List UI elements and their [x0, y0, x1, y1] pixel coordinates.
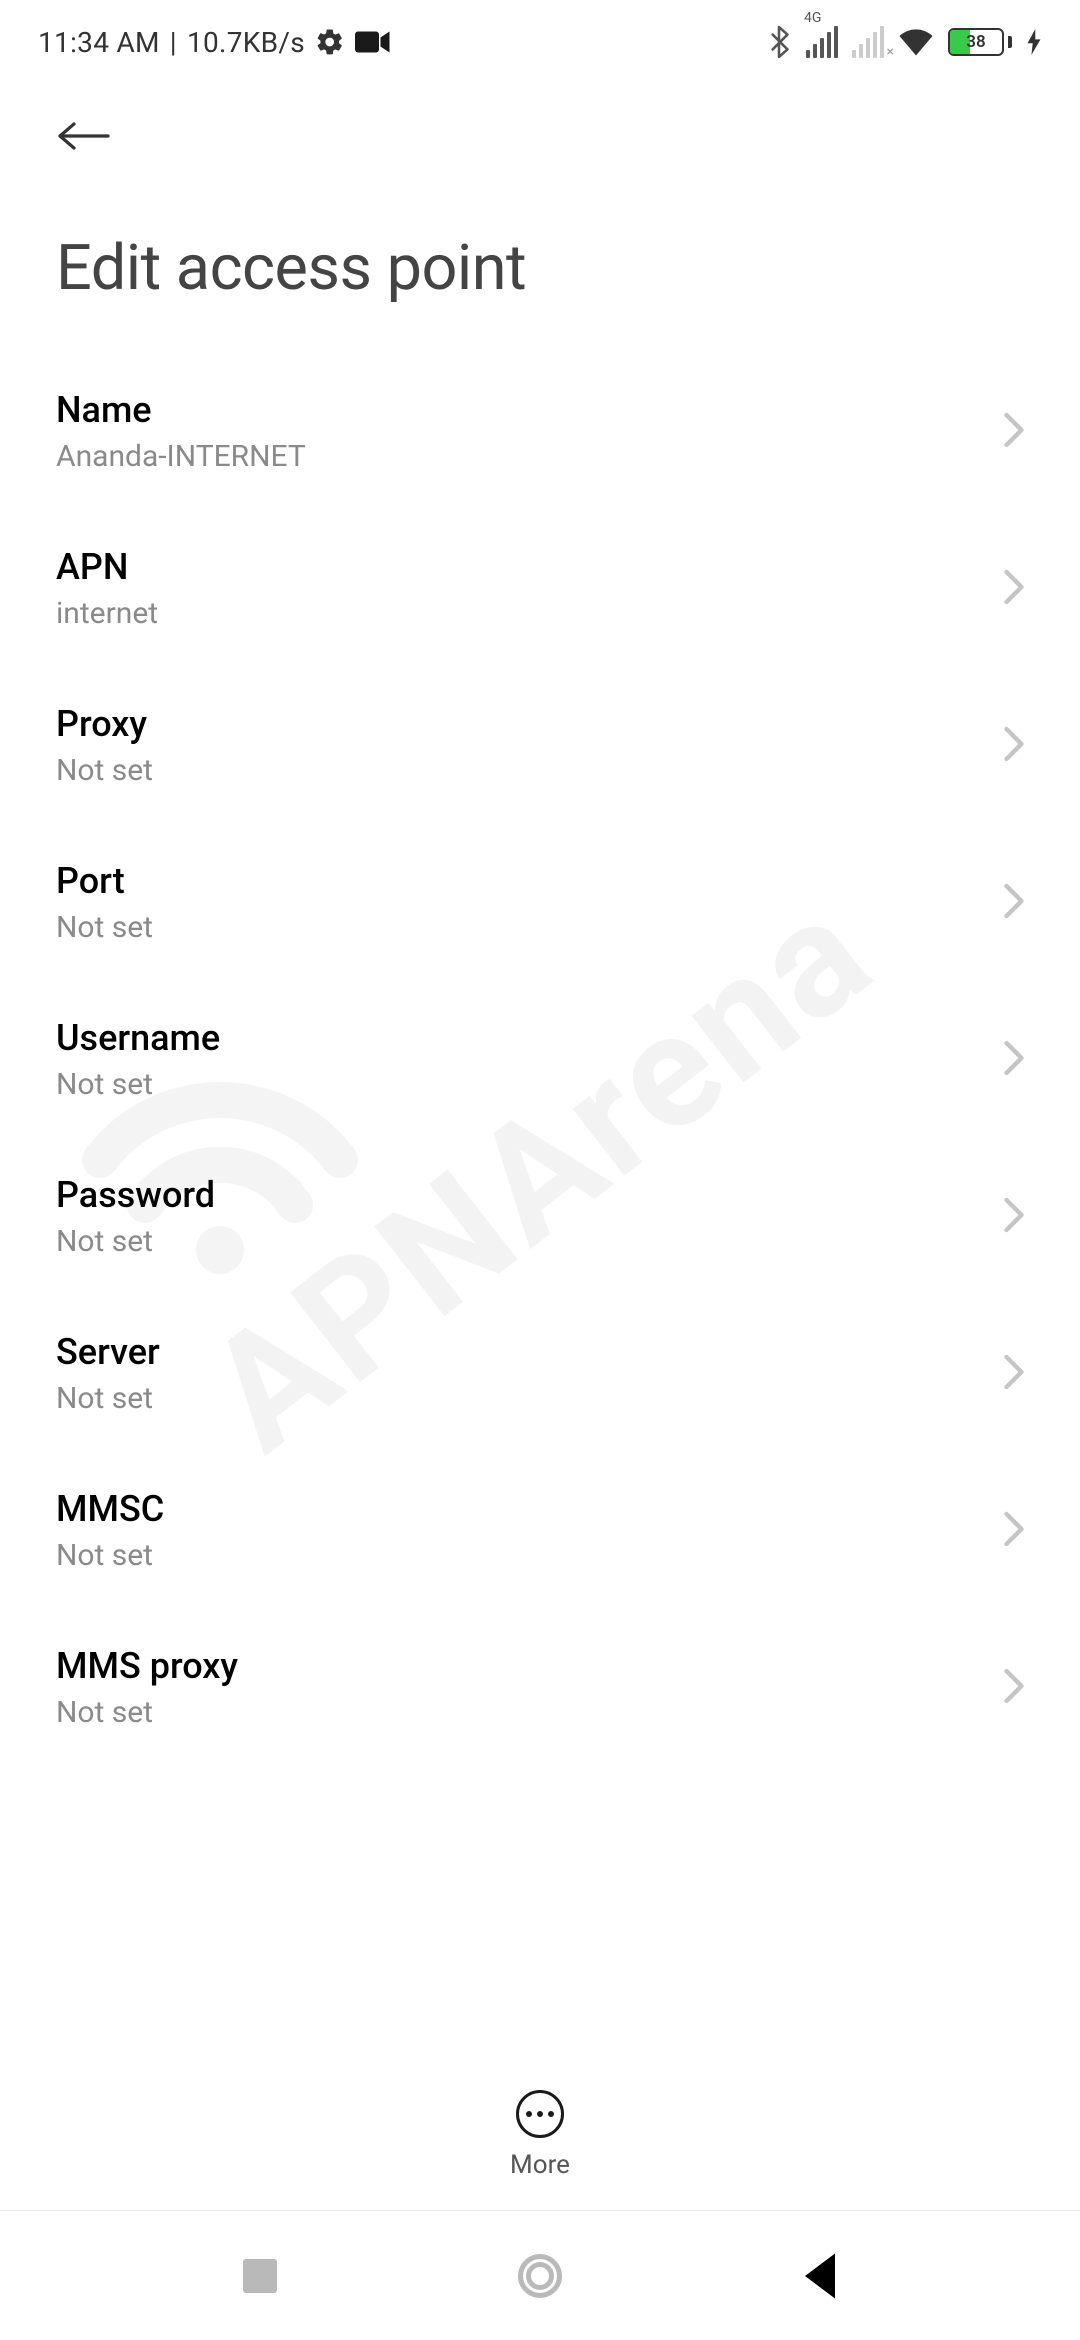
back-button[interactable] — [52, 104, 116, 168]
battery-percent: 38 — [950, 32, 1002, 52]
settings-list: Name Ananda-INTERNET APN internet Proxy … — [0, 353, 1080, 1766]
wifi-icon — [898, 27, 934, 57]
battery-icon: 38 — [948, 28, 1012, 56]
status-left: 11:34 AM | 10.7KB/s — [38, 26, 391, 59]
header: Edit access point — [0, 70, 1080, 353]
status-right: 4G × 38 — [766, 25, 1042, 59]
setting-server[interactable]: Server Not set — [0, 1295, 1080, 1452]
chevron-right-icon — [1000, 1038, 1028, 1082]
charging-bolt-icon — [1026, 29, 1042, 55]
nav-recent-button[interactable] — [230, 2246, 290, 2306]
setting-label: Port — [56, 860, 153, 902]
setting-label: Name — [56, 389, 306, 431]
setting-value: Not set — [56, 1538, 164, 1573]
chevron-right-icon — [1000, 1666, 1028, 1710]
signal-2-icon: × — [852, 26, 884, 58]
setting-mms-proxy[interactable]: MMS proxy Not set — [0, 1609, 1080, 1766]
setting-label: Server — [56, 1331, 160, 1373]
setting-value: Ananda-INTERNET — [56, 439, 306, 474]
bluetooth-icon — [766, 25, 792, 59]
setting-label: MMSC — [56, 1488, 164, 1530]
setting-value: Not set — [56, 910, 153, 945]
setting-mmsc[interactable]: MMSC Not set — [0, 1452, 1080, 1609]
setting-port[interactable]: Port Not set — [0, 824, 1080, 981]
setting-username[interactable]: Username Not set — [0, 981, 1080, 1138]
more-button[interactable]: More — [0, 2066, 1080, 2180]
setting-value: Not set — [56, 1224, 215, 1259]
setting-password[interactable]: Password Not set — [0, 1138, 1080, 1295]
chevron-right-icon — [1000, 881, 1028, 925]
setting-value: Not set — [56, 1381, 160, 1416]
setting-label: Password — [56, 1174, 215, 1216]
setting-value: Not set — [56, 753, 153, 788]
scroll-fade — [0, 1940, 1080, 2060]
back-arrow-icon — [54, 116, 114, 156]
circle-icon — [518, 2254, 562, 2298]
chevron-right-icon — [1000, 1509, 1028, 1553]
nav-home-button[interactable] — [510, 2246, 570, 2306]
more-icon — [516, 2090, 564, 2138]
setting-label: MMS proxy — [56, 1645, 238, 1687]
setting-label: Proxy — [56, 703, 153, 745]
camera-icon — [355, 28, 391, 56]
system-nav-bar — [0, 2210, 1080, 2340]
more-label: More — [510, 2150, 570, 2180]
setting-apn[interactable]: APN internet — [0, 510, 1080, 667]
status-netspeed: 10.7KB/s — [187, 26, 305, 59]
chevron-right-icon — [1000, 1195, 1028, 1239]
signal-1-icon: 4G — [806, 26, 838, 58]
setting-label: Username — [56, 1017, 220, 1059]
setting-name[interactable]: Name Ananda-INTERNET — [0, 353, 1080, 510]
gear-icon — [315, 27, 345, 57]
triangle-left-icon — [790, 2246, 850, 2306]
chevron-right-icon — [1000, 410, 1028, 454]
setting-value: Not set — [56, 1695, 238, 1730]
setting-proxy[interactable]: Proxy Not set — [0, 667, 1080, 824]
setting-label: APN — [56, 546, 158, 588]
chevron-right-icon — [1000, 1352, 1028, 1396]
chevron-right-icon — [1000, 724, 1028, 768]
nav-back-button[interactable] — [790, 2246, 850, 2306]
status-sep: | — [170, 26, 177, 59]
page-title: Edit access point — [52, 168, 1028, 353]
setting-value: Not set — [56, 1067, 220, 1102]
signal-1-tag: 4G — [804, 10, 821, 26]
setting-value: internet — [56, 596, 158, 631]
square-icon — [243, 2259, 277, 2293]
status-time: 11:34 AM — [38, 26, 160, 59]
status-bar: 11:34 AM | 10.7KB/s 4G × — [0, 0, 1080, 70]
chevron-right-icon — [1000, 567, 1028, 611]
